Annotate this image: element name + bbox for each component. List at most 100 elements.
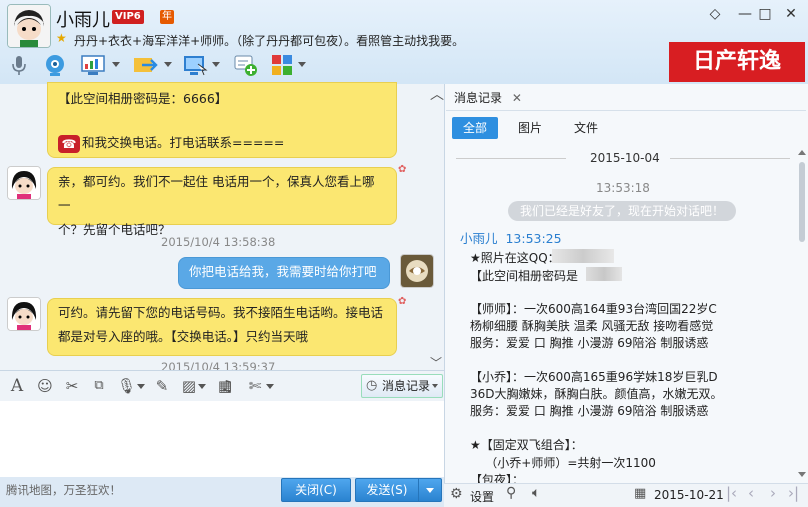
- message-input[interactable]: [0, 401, 444, 477]
- image-dropdown-icon[interactable]: [198, 384, 206, 389]
- scroll-up-arrow-icon[interactable]: [798, 150, 806, 155]
- send-file-icon[interactable]: [132, 52, 158, 78]
- contact-avatar[interactable]: [7, 4, 51, 48]
- message-bubble: 亲，都可约。我们不一起住 电话用一个，保真人您看上哪一 个？先留个电话吧？: [47, 167, 397, 237]
- scroll-down-arrow-icon[interactable]: [798, 472, 806, 477]
- history-scrollbar[interactable]: [798, 150, 806, 480]
- history-sender: 小雨儿 13:53:25: [460, 231, 562, 246]
- image-icon[interactable]: ▨: [180, 377, 198, 395]
- history-line: 【小乔】：一次600高165重96学妹18岁巨乳D: [470, 370, 718, 384]
- filter-all-tab[interactable]: 全部: [452, 117, 498, 139]
- voice-message-icon[interactable]: 🎙︎: [117, 377, 136, 395]
- message-text: 亲，都可约。我们不一起住 电话用一个，保真人您看上哪一: [58, 174, 375, 213]
- next-page-icon[interactable]: ›: [770, 484, 776, 502]
- divider: [670, 158, 790, 159]
- clock-icon: ◷: [366, 378, 378, 393]
- group-chat-icon[interactable]: [232, 52, 258, 78]
- history-line: ★【固定双飞组合】：: [470, 438, 583, 452]
- clipped-timestamp-row: 2015/10/4 13:59:37: [0, 362, 444, 370]
- music-note-icon[interactable]: ♫: [218, 377, 236, 395]
- history-tab-label: 消息记录: [454, 91, 503, 105]
- divider: [456, 158, 566, 159]
- message-record-label: 消息记录: [382, 379, 431, 393]
- history-line: 【师师】：一次600高164重93台湾回国22岁C: [470, 302, 717, 316]
- history-line: 【此空间相册密码是: [470, 269, 579, 283]
- history-date: 2015-10-04: [590, 151, 660, 165]
- filter-files-tab[interactable]: 文件: [566, 117, 606, 139]
- history-line: 【包夜】：: [470, 473, 525, 483]
- self-avatar[interactable]: [400, 254, 434, 288]
- history-line: （小乔+师师）=共射一次1100: [470, 456, 656, 470]
- history-time: 13:53:18: [596, 181, 650, 195]
- system-note: 我们已经是好友了，现在开始对话吧！: [508, 201, 736, 221]
- maximize-button[interactable]: □: [754, 4, 776, 24]
- message-bubble-self: 你把电话给我，我需要时给你打吧: [178, 257, 390, 289]
- remote-assist-icon[interactable]: [182, 52, 208, 78]
- font-icon[interactable]: A: [8, 377, 26, 395]
- message-bubble: 可约。请先留下您的电话号码。我不接陌生电话哟。接电话 都是对号入座的哦。【交换电…: [47, 298, 397, 356]
- sender-avatar[interactable]: [7, 166, 41, 200]
- message-timestamp: 2015/10/4 13:58:38: [161, 235, 276, 249]
- history-line: 36D大胸嫩妹，酥胸白肤。颜值高，水嫩无双。: [470, 387, 723, 401]
- search-icon[interactable]: ⚲: [506, 485, 516, 501]
- message-text-part: 和我交换电话。打电话联系=====: [82, 135, 285, 150]
- send-file-dropdown-icon[interactable]: [164, 62, 172, 67]
- blurred-region: [586, 267, 622, 281]
- date-picker[interactable]: 2015-10-21: [654, 488, 724, 502]
- message-bubble: 【此空间相册密码是：6666】 ☎ 和我交换电话。打电话联系=====: [47, 82, 397, 158]
- star-icon: ★: [56, 31, 67, 45]
- settings-icon[interactable]: ⚙: [450, 486, 463, 502]
- prev-page-icon[interactable]: ‹: [748, 484, 754, 502]
- history-line: 服务：爱爱 口 胸推 小漫游 69陪浴 制服诱惑: [470, 404, 709, 418]
- close-button[interactable]: 关闭(C): [281, 478, 351, 502]
- history-line: 杨柳细腰 酥胸美肤 温柔 风骚无敌 接吻看感觉: [470, 319, 714, 333]
- message-text: ☎ 和我交换电话。打电话联系=====: [58, 131, 386, 155]
- scroll-thumb[interactable]: [799, 162, 805, 242]
- apps-icon[interactable]: [270, 52, 296, 78]
- ad-banner[interactable]: 日产轩逸: [669, 42, 805, 82]
- screen-share-dropdown-icon[interactable]: [112, 62, 120, 67]
- screenshot-icon[interactable]: ⧉: [90, 377, 108, 395]
- voice-call-icon[interactable]: [6, 52, 32, 78]
- filter-images-tab[interactable]: 图片: [510, 117, 550, 139]
- send-dropdown-icon: [426, 488, 434, 493]
- voice-dropdown-icon[interactable]: [137, 384, 145, 389]
- emoji-icon[interactable]: ☺: [36, 377, 54, 395]
- screen-share-icon[interactable]: [80, 52, 106, 78]
- message-record-button[interactable]: ◷ 消息记录: [361, 374, 443, 398]
- year-badge: 年: [160, 10, 174, 24]
- scissors-dropdown-icon[interactable]: [266, 384, 274, 389]
- calendar-icon[interactable]: ▦: [634, 486, 646, 501]
- send-options-button[interactable]: [418, 478, 442, 502]
- scroll-down-icon[interactable]: ﹀: [430, 354, 442, 371]
- message-timestamp: 2015/10/4 13:59:37: [161, 362, 276, 370]
- skin-icon[interactable]: ◇: [704, 4, 726, 24]
- edit-icon[interactable]: ✎: [153, 377, 171, 395]
- apps-dropdown-icon[interactable]: [298, 62, 306, 67]
- video-call-icon[interactable]: [42, 52, 68, 78]
- blurred-region: [552, 249, 614, 263]
- minimize-button[interactable]: —: [734, 4, 756, 24]
- divider: [446, 110, 806, 111]
- close-window-button[interactable]: ✕: [780, 4, 802, 24]
- bubble-decoration-icon: ✿: [398, 164, 407, 175]
- remote-assist-dropdown-icon[interactable]: [212, 62, 220, 67]
- scissors-icon[interactable]: ✄: [246, 377, 264, 395]
- history-line: 服务：爱爱 口 胸推 小漫游 69陪浴 制服诱惑: [470, 336, 709, 350]
- news-tip-link[interactable]: 腾讯地图，万圣狂欢！: [6, 482, 121, 498]
- last-page-icon[interactable]: ›|: [788, 484, 799, 502]
- speaker-icon[interactable]: 🔈︎: [532, 485, 540, 501]
- settings-label[interactable]: 设置: [470, 488, 494, 505]
- bubble-decoration-icon: ✿: [398, 296, 407, 307]
- close-history-icon[interactable]: ✕: [512, 91, 522, 105]
- send-button[interactable]: 发送(S): [355, 478, 419, 502]
- sender-avatar[interactable]: [7, 297, 41, 331]
- first-page-icon[interactable]: |‹: [726, 484, 737, 502]
- phone-emoji-icon: ☎: [58, 134, 80, 153]
- contact-signature: 丹丹+衣衣+海军洋洋+师师。（除了丹丹都可包夜）。看照管主动找我要。: [74, 34, 465, 48]
- vip-badge: VIP6: [112, 10, 144, 24]
- vibrate-icon[interactable]: ✂: [63, 377, 81, 395]
- message-text: 【此空间相册密码是：6666】: [58, 91, 228, 106]
- history-tab[interactable]: 消息记录 ✕: [446, 86, 534, 110]
- scroll-up-icon[interactable]: ︿: [430, 84, 444, 104]
